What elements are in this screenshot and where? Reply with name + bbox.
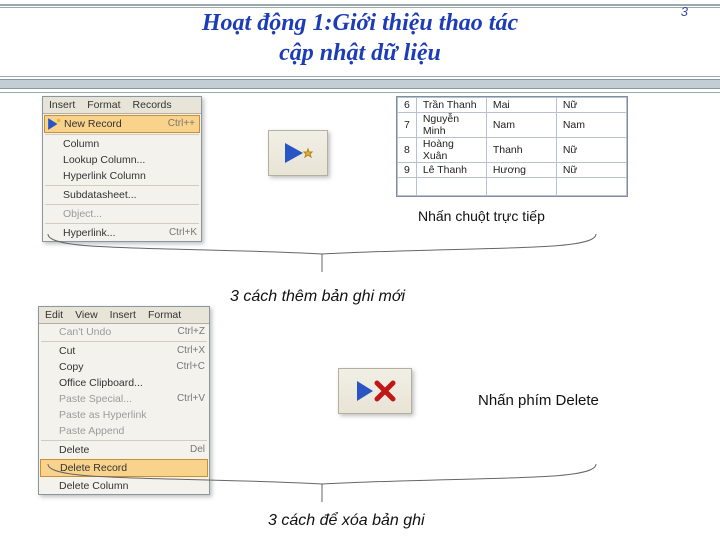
title-line-2: cập nhật dữ liệu <box>279 40 441 66</box>
menu-item: Hyperlink Column <box>43 168 201 184</box>
menu-item: Delete Del <box>39 442 209 458</box>
menu-item-label: Cut <box>59 344 75 358</box>
menu-item: Cut Ctrl+X <box>39 343 209 359</box>
table-row: 6Trần ThanhMaiNữ <box>398 98 627 113</box>
menu-item-label: Copy <box>59 360 84 374</box>
menu-item-label: Office Clipboard... <box>59 376 143 390</box>
menubar-item: Records <box>127 97 178 113</box>
menu-item: Paste as Hyperlink <box>39 407 209 423</box>
rule-top-1 <box>0 4 720 6</box>
menu-item-label: Paste as Hyperlink <box>59 408 147 422</box>
new-record-icon <box>47 117 61 129</box>
caption-three-ways-delete: 3 cách để xóa bản ghi <box>268 512 425 530</box>
insert-menu-screenshot: Insert Format Records New Record Ctrl++ Co… <box>42 96 202 242</box>
delete-record-toolbar-icon <box>338 368 412 414</box>
insert-menubar: Insert Format Records <box>43 97 201 114</box>
menu-item-label: Column <box>63 137 99 151</box>
brace-bottom <box>44 462 600 508</box>
menu-item-accel: Ctrl+X <box>177 344 205 358</box>
table-row: 7Nguyễn MinhNamNam <box>398 113 627 138</box>
menu-item-label: Object... <box>63 207 102 221</box>
menu-item-label: Lookup Column... <box>63 153 145 167</box>
menu-item: Paste Append <box>39 423 209 439</box>
menubar-item: Insert <box>104 307 142 323</box>
menu-item: Paste Special... Ctrl+V <box>39 391 209 407</box>
menubar-item: Format <box>142 307 187 323</box>
menu-item: Lookup Column... <box>43 152 201 168</box>
table-row: 9Lê ThanhHươngNữ <box>398 163 627 178</box>
menu-item-accel: Ctrl+V <box>177 392 205 406</box>
title-line-1: Hoạt động 1:Giới thiệu thao tác <box>202 10 518 36</box>
menu-item: Subdatasheet... <box>43 187 201 203</box>
new-record-toolbar-icon <box>268 130 328 176</box>
sample-data-table: 6Trần ThanhMaiNữ7Nguyễn MinhNamNam8Hoàng… <box>396 96 628 197</box>
edit-menubar: Edit View Insert Format <box>39 307 209 324</box>
menu-item-label: Paste Special... <box>59 392 132 406</box>
menu-item-accel: Ctrl+C <box>176 360 205 374</box>
page-title: Hoạt động 1:Giới thiệu thao tác cập nhật… <box>0 8 720 68</box>
menu-item-label: Delete <box>59 443 89 457</box>
brace-top <box>44 232 600 278</box>
menu-item-accel: Ctrl+Z <box>178 325 206 339</box>
menubar-item: View <box>69 307 104 323</box>
menubar-item: Edit <box>39 307 69 323</box>
menu-item: Column <box>43 136 201 152</box>
menu-item: Office Clipboard... <box>39 375 209 391</box>
menu-item-accel: Ctrl++ <box>168 117 195 131</box>
menu-item: Can't Undo Ctrl+Z <box>39 324 209 340</box>
menu-item-label: Paste Append <box>59 424 124 438</box>
table-row-empty <box>398 178 627 196</box>
menu-item-label: Can't Undo <box>59 325 111 339</box>
menu-item-label: Hyperlink Column <box>63 169 146 183</box>
caption-three-ways-add: 3 cách thêm bản ghi mới <box>230 288 405 306</box>
menubar-item: Insert <box>43 97 81 113</box>
menu-item-label: New Record <box>64 117 122 131</box>
caption-click-direct: Nhấn chuột trực tiếp <box>418 208 545 224</box>
menu-item-label: Subdatasheet... <box>63 188 137 202</box>
header-rule-band <box>0 76 720 94</box>
menu-item: New Record Ctrl++ <box>44 115 200 133</box>
menubar-item: Format <box>81 97 126 113</box>
menu-item: Copy Ctrl+C <box>39 359 209 375</box>
menu-item: Object... <box>43 206 201 222</box>
table-row: 8Hoàng XuânThanhNữ <box>398 138 627 163</box>
caption-press-delete: Nhấn phím Delete <box>478 392 599 409</box>
menu-item-accel: Del <box>190 443 205 457</box>
